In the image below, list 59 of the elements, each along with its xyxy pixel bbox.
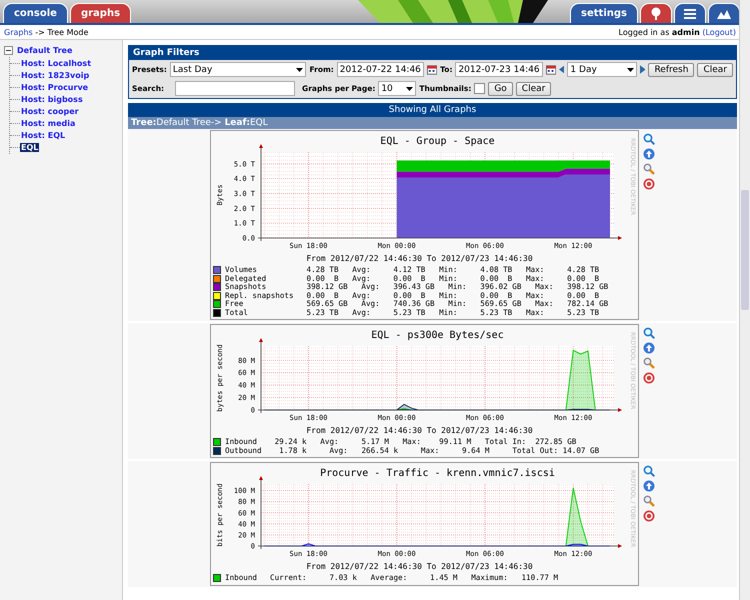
graph-period: From 2012/07/22 14:46:30 To 2012/07/23 14:46:30 <box>306 562 533 571</box>
tree-item[interactable]: Host: bigboss <box>20 95 84 104</box>
chart-title: EQL - Group - Space <box>380 136 495 147</box>
settings-tab[interactable]: settings <box>570 3 638 23</box>
from-field[interactable]: 2012-07-22 14:46 <box>336 62 424 77</box>
magnifier-wrench-icon[interactable] <box>643 495 655 507</box>
search-field[interactable] <box>175 81 296 96</box>
thumbnails-checkbox[interactable] <box>474 83 486 94</box>
to-field[interactable]: 2012-07-23 14:46 <box>455 62 543 77</box>
nav-tab[interactable]: graphs <box>70 3 132 23</box>
login-text: Logged in as admin <box>618 28 700 36</box>
per-page-dropdown[interactable]: 10 <box>378 81 416 96</box>
magnifier-icon[interactable] <box>643 133 655 145</box>
caret-icon <box>626 68 634 72</box>
graph-period: From 2012/07/22 14:46:30 To 2012/07/23 14:46:30 <box>306 426 533 435</box>
chart-title: EQL - ps300e Bytes/sec <box>371 330 504 341</box>
timespan-dropdown[interactable]: 1 Day <box>567 62 637 77</box>
tree-item[interactable]: Default Tree <box>16 46 74 55</box>
magnifier-icon[interactable] <box>643 327 655 339</box>
tree-item[interactable]: Host: Localhost <box>20 59 92 68</box>
clear-button[interactable]: Clear <box>516 82 552 96</box>
section-header: Showing All Graphs <box>128 103 737 117</box>
tree-item[interactable]: Host: media <box>20 119 76 128</box>
tree-icon <box>649 7 663 20</box>
view-tab[interactable] <box>640 3 672 23</box>
clear-button[interactable]: Clear <box>697 62 733 76</box>
circle-arrow-icon[interactable] <box>643 480 655 492</box>
collapse-icon[interactable] <box>4 46 13 55</box>
tree-item[interactable]: EQL <box>20 143 40 152</box>
magnifier-wrench-icon[interactable] <box>643 163 655 175</box>
breadcrumb-text: -> Tree Mode <box>34 28 88 36</box>
view-tab[interactable] <box>674 3 706 23</box>
tree-item[interactable]: Host: cooper <box>20 107 80 116</box>
right-arrow-icon[interactable] <box>640 65 646 74</box>
view-tab[interactable] <box>708 3 740 23</box>
panel-title: Graph Filters <box>129 46 736 60</box>
magnifier-wrench-icon[interactable] <box>643 357 655 369</box>
tree-item[interactable]: Host: Procurve <box>20 83 90 92</box>
breadcrumb-link[interactable]: Graphs <box>4 28 33 36</box>
chart-title: Procurve - Traffic - krenn.vmnic7.iscsi <box>320 468 555 479</box>
caret-icon <box>296 68 304 72</box>
calendar-icon[interactable] <box>426 64 438 74</box>
scrollbar-thumb[interactable] <box>741 190 749 310</box>
circle-arrow-icon[interactable] <box>643 342 655 354</box>
logout-link[interactable]: (Logout) <box>702 28 736 36</box>
list-icon <box>683 7 697 20</box>
tree-item[interactable]: Host: EQL <box>20 131 66 140</box>
left-arrow-icon[interactable] <box>558 65 564 74</box>
tree-item[interactable]: Host: 1823voip <box>20 71 90 80</box>
presets-dropdown[interactable]: Last Day <box>170 62 306 77</box>
caret-icon <box>406 86 414 90</box>
nav-tab[interactable]: console <box>3 3 68 23</box>
graph-period: From 2012/07/22 14:46:30 To 2012/07/23 14:46:30 <box>306 254 533 263</box>
refresh-button[interactable]: Refresh <box>648 62 694 76</box>
tree-path: Tree:Default Tree-> Leaf:EQL <box>128 117 737 129</box>
go-button[interactable]: Go <box>488 82 513 96</box>
circle-arrow-icon[interactable] <box>643 148 655 160</box>
magnifier-icon[interactable] <box>643 465 655 477</box>
calendar-icon[interactable] <box>546 64 556 74</box>
